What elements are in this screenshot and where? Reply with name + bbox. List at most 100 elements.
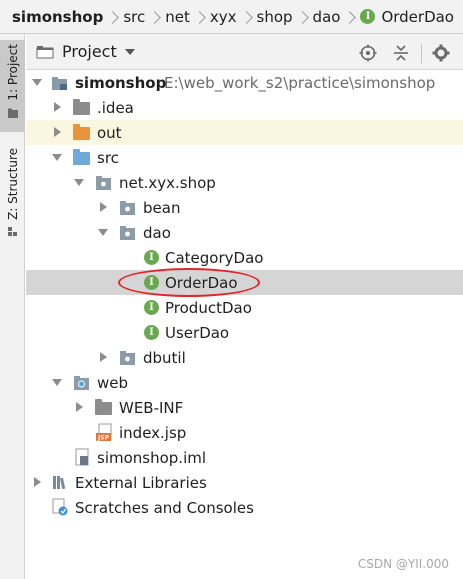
scratches-icon (52, 498, 68, 516)
interface-icon: I (144, 250, 159, 265)
tree-row-iml[interactable]: simonshop.iml (26, 445, 463, 470)
folder-icon (7, 108, 18, 118)
breadcrumb-item-label: OrderDao (381, 7, 454, 26)
tree-row-bean[interactable]: bean (26, 195, 463, 220)
expand-arrow-icon[interactable] (73, 401, 85, 413)
package-icon (96, 176, 111, 190)
tree-label-userdao: UserDao (165, 323, 230, 342)
structure-icon (7, 226, 17, 236)
expand-arrow-icon[interactable] (31, 76, 43, 88)
breadcrumb-separator-icon (240, 7, 254, 27)
target-icon (359, 44, 377, 62)
interface-icon: I (144, 300, 159, 315)
breadcrumb-item-shop[interactable]: shop (257, 8, 293, 26)
expand-arrow-icon[interactable] (51, 126, 63, 138)
tree-label-productdao: ProductDao (165, 298, 252, 317)
tree-label-src: src (97, 148, 119, 167)
tree-label-orderdao: OrderDao (165, 273, 238, 292)
tab-structure[interactable]: Z: Structure (0, 142, 25, 252)
expand-arrow-icon[interactable] (97, 201, 109, 213)
project-path: E:\web_work_s2\practice\simonshop (164, 73, 436, 92)
tree-label-webinf: WEB-INF (119, 398, 184, 417)
svg-text:JSP: JSP (97, 435, 110, 442)
chevron-down-icon (124, 48, 135, 55)
tree-label-categorydao: CategoryDao (165, 248, 264, 267)
breadcrumb-separator-icon (193, 7, 207, 27)
breadcrumb-item-dao[interactable]: dao (313, 8, 341, 26)
tree-row-idea[interactable]: .idea (26, 95, 463, 120)
interface-icon: I (144, 275, 159, 290)
tree-label-idea: .idea (97, 98, 134, 117)
tree-label-indexjsp: index.jsp (119, 423, 187, 442)
folder-icon (95, 399, 113, 416)
breadcrumb-item-src[interactable]: src (123, 8, 145, 26)
tree-row-webinf[interactable]: WEB-INF (26, 395, 463, 420)
panel-title: Project (62, 42, 117, 61)
tab-project[interactable]: 1: Project (0, 40, 25, 132)
gear-icon (432, 44, 450, 62)
breadcrumb-item-net[interactable]: net (165, 8, 190, 26)
breadcrumb-item-simonshop[interactable]: simonshop (12, 8, 103, 26)
tree-row-dbutil[interactable]: dbutil (26, 345, 463, 370)
interface-icon: I (360, 9, 376, 24)
settings-button[interactable] (430, 42, 452, 64)
tree-row-web[interactable]: web (26, 370, 463, 395)
locate-button[interactable] (357, 42, 379, 64)
breadcrumb-separator-icon (148, 7, 162, 27)
breadcrumb-separator-icon (296, 7, 310, 27)
expand-arrow-icon[interactable] (51, 151, 63, 163)
libraries-icon (53, 476, 66, 490)
tree-label-bean: bean (143, 198, 181, 217)
tree-row-userdao[interactable]: I UserDao (26, 320, 463, 345)
tree-row-src[interactable]: src (26, 145, 463, 170)
tree-label-out: out (97, 123, 122, 142)
breadcrumb-separator-icon (343, 7, 357, 27)
tree-label-package: net.xyx.shop (119, 173, 216, 192)
package-icon (120, 351, 135, 365)
project-panel-header: Project (26, 34, 463, 70)
web-folder-icon (74, 376, 89, 390)
collapse-all-button[interactable] (390, 42, 412, 64)
tree-label-iml: simonshop.iml (97, 448, 207, 467)
breadcrumb: simonshop src net xyx shop dao I OrderDa… (0, 0, 463, 34)
tab-structure-label: Z: Structure (5, 148, 20, 220)
tab-project-label: 1: Project (5, 44, 20, 101)
tree-row-indexjsp[interactable]: JSP index.jsp (26, 420, 463, 445)
project-view-selector[interactable]: Project (26, 42, 135, 61)
expand-arrow-icon[interactable] (97, 351, 109, 363)
watermark: CSDN @YII.000 (357, 557, 449, 571)
tree-row-orderdao[interactable]: I OrderDao (26, 270, 463, 295)
tree-label-dbutil: dbutil (143, 348, 186, 367)
tree-row-productdao[interactable]: I ProductDao (26, 295, 463, 320)
tree-row-categorydao[interactable]: I CategoryDao (26, 245, 463, 270)
jsp-file-icon: JSP (96, 423, 112, 442)
expand-arrow-icon[interactable] (51, 376, 63, 388)
tree-row-root[interactable]: simonshop E:\web_work_s2\practice\simons… (26, 70, 463, 95)
project-folder-icon (36, 45, 54, 58)
tree-row-out[interactable]: out (26, 120, 463, 145)
iml-file-icon (75, 448, 89, 466)
module-folder-icon (52, 77, 67, 90)
breadcrumb-item-xyx[interactable]: xyx (210, 8, 237, 26)
tree-label-scratches: Scratches and Consoles (75, 498, 254, 517)
package-icon (120, 226, 135, 240)
expand-arrow-icon[interactable] (73, 176, 85, 188)
tree-row-dao[interactable]: dao (26, 220, 463, 245)
tree-label-root: simonshop (75, 73, 167, 92)
excluded-folder-icon (73, 124, 91, 141)
header-divider (421, 43, 422, 63)
tree-row-external-libraries[interactable]: External Libraries (26, 470, 463, 495)
source-folder-icon (73, 149, 91, 166)
breadcrumb-item-orderdao[interactable]: I OrderDao (360, 8, 454, 26)
tree-label-external-libraries: External Libraries (75, 473, 207, 492)
expand-arrow-icon[interactable] (31, 476, 43, 488)
collapse-all-icon (394, 45, 408, 61)
expand-arrow-icon[interactable] (97, 226, 109, 238)
tool-window-strip: 1: Project Z: Structure (0, 34, 25, 579)
interface-icon: I (144, 325, 159, 340)
breadcrumb-separator-icon (106, 7, 120, 27)
tree-row-package[interactable]: net.xyx.shop (26, 170, 463, 195)
tree-row-scratches[interactable]: Scratches and Consoles (26, 495, 463, 520)
folder-icon (73, 99, 91, 116)
expand-arrow-icon[interactable] (51, 101, 63, 113)
